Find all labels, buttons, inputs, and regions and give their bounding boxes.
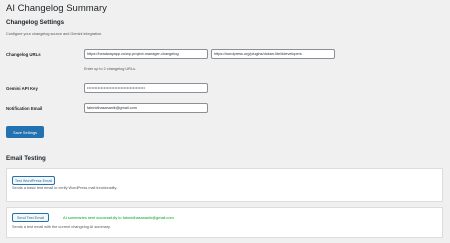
- gemini-api-key-input[interactable]: ••••••••••••••••••••••••••••••••••••••: [84, 83, 208, 93]
- save-settings-button[interactable]: Save Settings: [6, 126, 44, 138]
- settings-heading: Changelog Settings: [6, 19, 65, 26]
- notification-email-input[interactable]: fahmidhasananik@gmail.com: [84, 103, 208, 113]
- gemini-api-key-label: Gemini API Key: [6, 86, 38, 91]
- changelog-url-1-input[interactable]: https://headwayapp.co/wp-project-manager…: [84, 49, 208, 59]
- changelog-urls-hint: Enter up to 2 changelog URLs.: [84, 67, 136, 71]
- notification-email-label: Notification Email: [6, 106, 43, 111]
- success-message: AI summaries sent successfully to fahmid…: [63, 215, 174, 220]
- test-wordpress-email-card: Test WordPress Email Sends a basic test …: [6, 168, 443, 202]
- settings-description: Configure your changelog source and Gemi…: [6, 32, 103, 36]
- page-title: AI Changelog Summary: [6, 3, 107, 14]
- email-testing-heading: Email Testing: [6, 155, 46, 162]
- test-wordpress-email-description: Sends a basic test email to verify WordP…: [12, 186, 118, 190]
- changelog-urls-label: Changelog URLs: [6, 52, 41, 57]
- send-test-email-description: Sends a test email with the current chan…: [12, 225, 111, 229]
- changelog-url-2-input[interactable]: https://wordpress.org/plugins/dokan-lite…: [211, 49, 335, 59]
- test-wordpress-email-button[interactable]: Test WordPress Email: [12, 176, 55, 185]
- send-test-email-button[interactable]: Send Test Email: [12, 213, 49, 222]
- send-test-email-card: Send Test Email AI summaries sent succes…: [6, 207, 443, 238]
